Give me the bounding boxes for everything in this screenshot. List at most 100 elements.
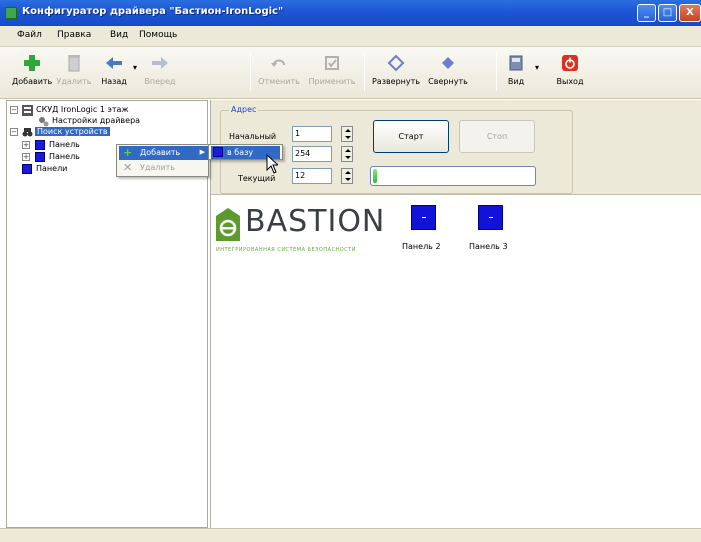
expand-toggle[interactable]: + [22,141,30,149]
menu-file[interactable]: Файл [17,30,42,40]
panel-2-icon[interactable] [411,205,436,230]
tree-label: Панель [49,140,80,149]
current-address-label: Текущий [238,174,276,183]
address-legend: Адрес [229,105,259,114]
end-address-spinner[interactable] [341,146,353,162]
stop-button[interactable]: Стоп [459,120,535,153]
collapse-toggle[interactable]: − [10,106,18,114]
delete-label: Удалить [56,77,92,86]
undo-icon [271,59,285,67]
current-address-input[interactable]: 12 [292,168,332,184]
panel-icon [35,140,45,150]
collapse-label: Свернуть [428,77,468,86]
context-delete-item[interactable]: ✕ Удалить [119,161,208,175]
logo-text: BASTION [245,204,386,239]
tree-item-root[interactable]: − СКУД IronLogic 1 этаж [10,105,190,116]
panel-3-icon[interactable] [478,205,503,230]
back-button[interactable]: Назад [97,53,131,86]
expand-button[interactable]: Развернуть [371,53,421,86]
minimize-button[interactable]: _ [637,4,656,22]
delete-x-icon: ✕ [123,161,133,174]
menu-help[interactable]: Помощь [139,30,177,40]
logo-tagline: ИНТЕГРИРОВАННАЯ СИСТЕМА БЕЗОПАСНОСТИ [216,247,356,253]
undo-button[interactable]: Отменить [256,53,302,86]
close-button[interactable]: X [679,4,701,22]
arrow-right-icon [152,57,168,69]
toolbar-separator [250,53,251,91]
expand-icon [387,54,405,72]
window-title: Конфигуратор драйвера "Бастион-IronLogic… [22,6,284,17]
start-address-input[interactable]: 1 [292,126,332,142]
title-bar: Конфигуратор драйвера "Бастион-IronLogic… [0,0,701,26]
tree-item-driver-settings[interactable]: Настройки драйвера [10,116,190,127]
bastion-logo-mark [216,208,240,241]
bastion-logo: BASTION ИНТЕГРИРОВАННАЯ СИСТЕМА БЕЗОПАСН… [211,204,391,254]
progress-fill [373,169,377,183]
plus-icon [24,55,40,71]
collapse-button[interactable]: Свернуть [425,53,471,86]
tree-label: Панели [36,164,68,173]
tree-label: СКУД IronLogic 1 этаж [36,105,129,114]
menu-bar: Файл Правка Вид Помощь [0,26,701,47]
toolbar: Добавить Удалить Назад ▾ Вперед Отменить… [0,47,701,99]
back-dropdown-icon[interactable]: ▾ [133,63,137,72]
status-bar [0,528,701,542]
view-label: Вид [507,77,525,86]
back-label: Назад [101,77,127,86]
view-button[interactable]: Вид [503,53,529,86]
toolbar-separator [364,53,365,91]
expand-toggle[interactable]: + [22,153,30,161]
tree-label: Настройки драйвера [52,116,141,125]
toolbar-separator [496,53,497,91]
collapse-toggle[interactable]: − [10,128,18,136]
submenu-add-to-db-label: в базу [227,148,254,157]
add-label: Добавить [12,77,53,86]
tree-label: Панель [49,152,80,161]
context-delete-label: Удалить [140,163,175,172]
undo-label: Отменить [258,77,300,86]
exit-label: Выход [556,77,584,86]
panel-icon [22,164,32,174]
app-icon [5,7,17,19]
view-icon [509,55,523,71]
current-address-spinner[interactable] [341,168,353,184]
start-address-label: Начальный [229,132,277,141]
arrow-left-icon [106,57,122,69]
apply-button[interactable]: Применить [306,53,358,86]
context-add-item[interactable]: + Добавить ▶ [119,146,208,160]
maximize-button[interactable]: □ [658,4,677,22]
delete-button[interactable]: Удалить [56,53,92,86]
panel-2-label: Панель 2 [402,242,441,251]
context-add-label: Добавить [140,148,181,157]
tree-item-device-search[interactable]: − Поиск устройств [10,127,190,138]
apply-icon [325,56,339,70]
plus-icon: + [123,146,133,159]
expand-label: Развернуть [371,77,421,86]
start-address-spinner[interactable] [341,126,353,142]
binoculars-icon [22,128,33,137]
collapse-icon [442,57,454,69]
menu-edit[interactable]: Правка [57,30,91,40]
trash-icon [68,55,80,72]
add-button[interactable]: Добавить [12,53,52,86]
address-area: Адрес Начальный 1 254 Текущий 12 Старт С… [211,100,701,195]
gears-icon [39,117,49,127]
panel-icon [213,147,223,157]
apply-label: Применить [308,77,356,86]
panel-3-label: Панель 3 [469,242,508,251]
scan-progress-bar [370,166,536,186]
power-icon [562,55,578,71]
view-dropdown-icon[interactable]: ▾ [535,63,539,72]
end-address-input[interactable]: 254 [292,146,332,162]
menu-view[interactable]: Вид [110,30,128,40]
exit-button[interactable]: Выход [553,53,587,86]
main-panel: Адрес Начальный 1 254 Текущий 12 Старт С… [210,100,701,528]
context-menu: + Добавить ▶ ✕ Удалить [116,144,209,177]
network-icon [22,105,33,116]
start-button[interactable]: Старт [373,120,449,153]
tree-label-selected: Поиск устройств [35,127,110,136]
forward-label: Вперед [144,77,176,86]
forward-button[interactable]: Вперед [142,53,178,86]
submenu-arrow-icon: ▶ [199,148,205,156]
mouse-cursor-icon [266,154,278,174]
